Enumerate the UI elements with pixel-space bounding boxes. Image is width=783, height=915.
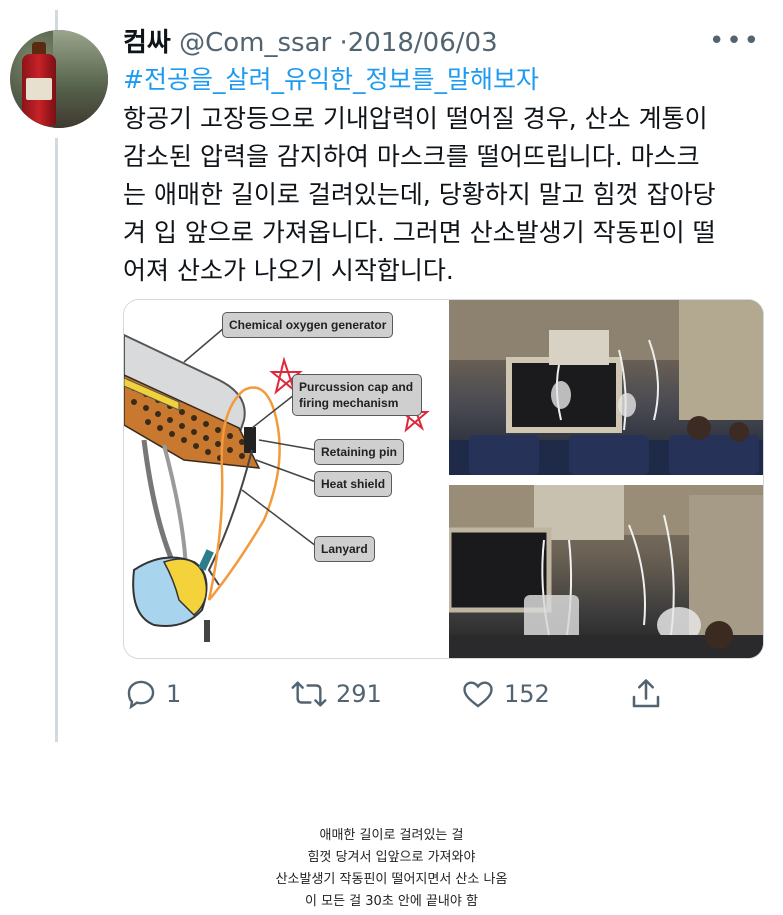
label-chemical-oxygen-generator: Chemical oxygen generator	[222, 312, 394, 338]
author-name[interactable]: 컴싸	[123, 28, 171, 58]
retweet-button[interactable]: 291	[290, 676, 382, 712]
avatar-background	[53, 30, 108, 128]
oxygen-generator-diagram[interactable]: Chemical oxygen generator Purcussion cap…	[124, 300, 440, 658]
reply-button[interactable]: 1	[124, 676, 181, 712]
like-button[interactable]: 152	[460, 676, 550, 712]
separator-dot: ·	[339, 28, 348, 58]
cabin-photo-1[interactable]	[449, 300, 763, 475]
tweet-body-line: 겨 입 앞으로 가져옵니다. 그러면 산소발생기 작동핀이 떨	[123, 218, 716, 247]
tweet-body-line: 어져 산소가 나오기 시작합니다.	[123, 256, 454, 285]
reply-count: 1	[166, 680, 182, 708]
caption-line: 힘껏 당겨서 입앞으로 가져와야	[307, 850, 476, 865]
tweet-body: 항공기 고장등으로 기내압력이 떨어질 경우, 산소 계통이 감소된 압력을 감…	[123, 100, 763, 290]
retweet-icon	[290, 677, 328, 711]
tweet-header: 컴싸 @Com_ssar ·2018/06/03	[123, 28, 498, 58]
tweet-body-line: 항공기 고장등으로 기내압력이 떨어질 경우, 산소 계통이	[123, 104, 708, 133]
diagram-drawing	[124, 327, 430, 642]
label-percussion-line-2: firing mechanism	[299, 396, 399, 410]
label-retaining-pin: Retaining pin	[314, 439, 404, 465]
tweet-date[interactable]: 2018/06/03	[348, 28, 498, 58]
tweet-body-line: 감소된 압력을 감지하여 마스크를 떨어뜨립니다. 마스크	[123, 142, 700, 171]
hashtag-link[interactable]: #전공을_살려_유익한_정보를_말해보자	[123, 64, 539, 96]
cabin-photo-2[interactable]	[449, 485, 763, 658]
share-icon	[628, 676, 664, 712]
media-grid: Chemical oxygen generator Purcussion cap…	[123, 299, 764, 659]
caption-line: 산소발생기 작동핀이 떨어지면서 산소 나옴	[275, 872, 508, 887]
retweet-count: 291	[336, 680, 382, 708]
cabin-photo-2-drawing	[449, 485, 763, 658]
thread-line-top	[55, 10, 58, 32]
share-button[interactable]	[628, 676, 664, 712]
cabin-photo-1-drawing	[449, 300, 763, 475]
like-count: 152	[504, 680, 550, 708]
label-lanyard: Lanyard	[314, 536, 375, 562]
more-options-icon[interactable]: •••	[709, 28, 761, 54]
label-heat-shield: Heat shield	[314, 471, 393, 497]
author-handle[interactable]: @Com_ssar	[179, 28, 331, 58]
reply-icon	[124, 677, 158, 711]
caption-line: 애매한 길이로 걸려있는 걸	[319, 828, 464, 843]
label-percussion-line-1: Purcussion cap and	[299, 380, 414, 394]
avatar-bottle-label	[26, 78, 52, 100]
heart-icon	[460, 677, 496, 711]
avatar[interactable]	[10, 30, 108, 128]
caption-line: 이 모든 걸 30초 안에 끝내야 함	[305, 894, 478, 909]
tweet-body-line: 는 애매한 길이로 걸려있는데, 당황하지 말고 힘껏 잡아당	[123, 180, 716, 209]
label-percussion-cap: Purcussion cap and firing mechanism	[292, 374, 422, 416]
thread-line	[55, 138, 58, 742]
